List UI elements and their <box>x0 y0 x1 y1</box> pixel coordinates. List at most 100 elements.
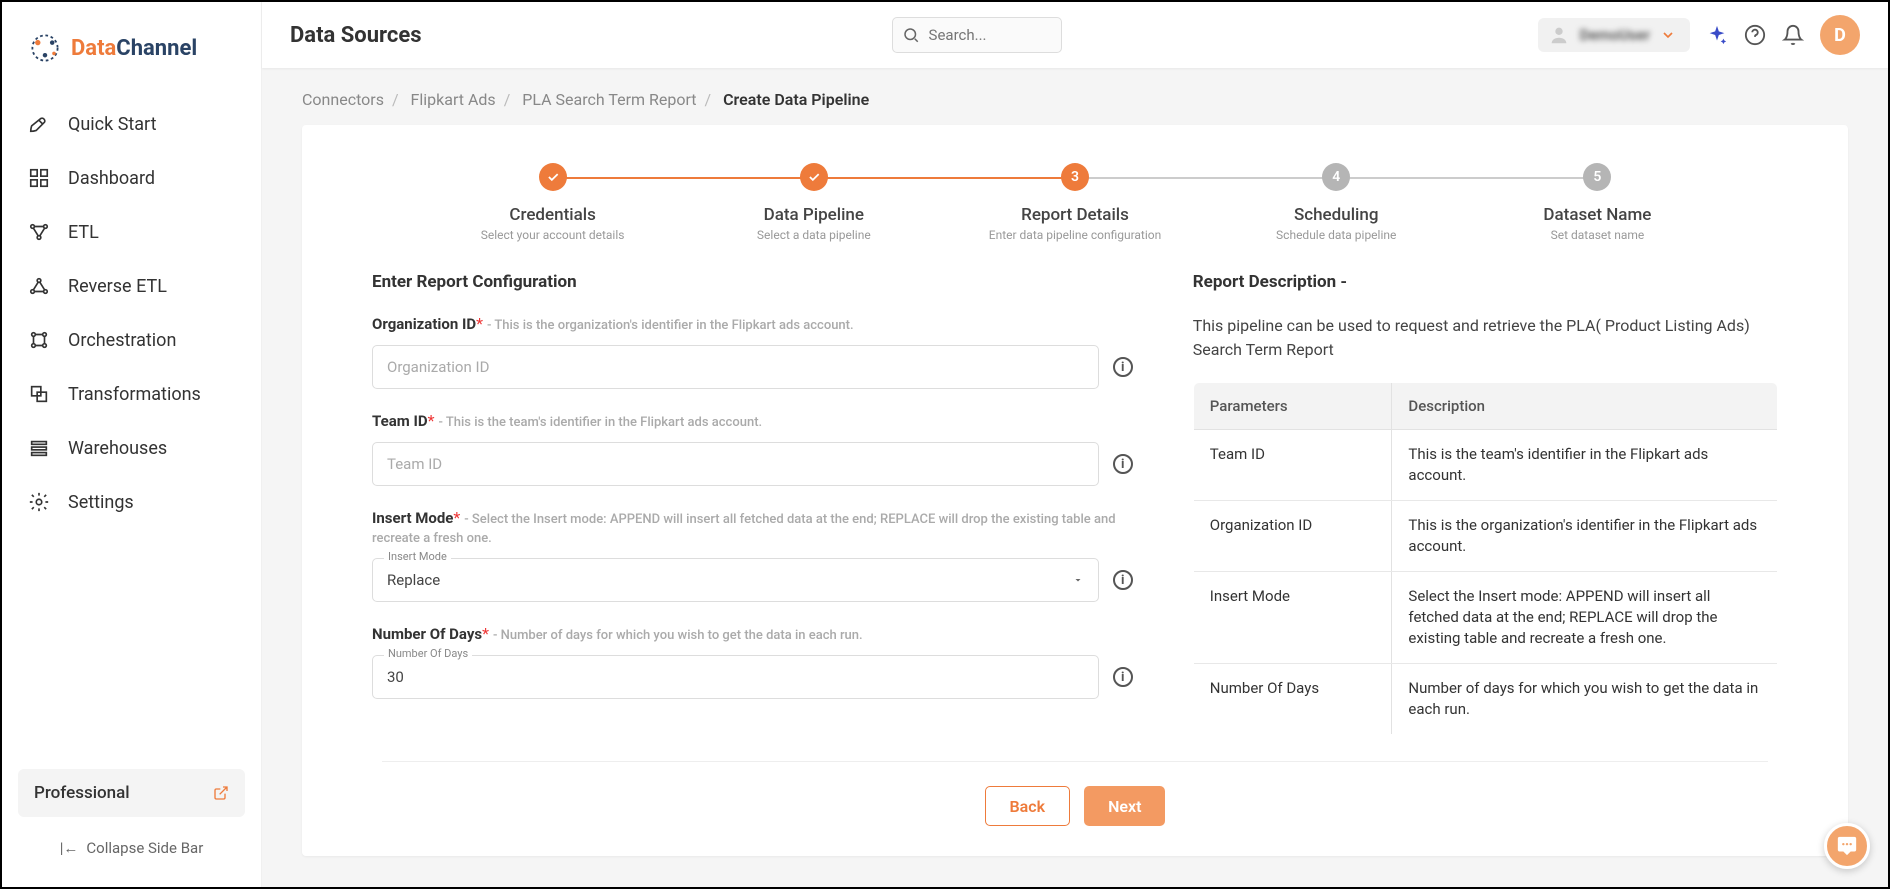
info-icon[interactable]: i <box>1113 454 1133 474</box>
step-pipeline[interactable]: Data Pipeline Select a data pipeline <box>683 163 944 242</box>
collapse-sidebar[interactable]: |← Collapse Side Bar <box>2 827 261 869</box>
form-footer: Back Next <box>382 761 1768 826</box>
step-credentials[interactable]: Credentials Select your account details <box>422 163 683 242</box>
crumb-item[interactable]: PLA Search Term Report <box>522 90 696 109</box>
col-param: Parameters <box>1193 383 1392 430</box>
brand-logo[interactable]: DataChannel <box>2 20 261 91</box>
field-label: Insert Mode <box>372 509 453 527</box>
select-value: Replace <box>387 571 440 589</box>
chat-icon <box>1836 835 1858 857</box>
step-scheduling[interactable]: 4 Scheduling Schedule data pipeline <box>1206 163 1467 242</box>
nav-label: Dashboard <box>68 168 155 189</box>
days-input[interactable] <box>372 655 1099 699</box>
dropdown-arrow-icon <box>1072 574 1084 586</box>
field-hint: - This is the team's identifier in the F… <box>438 415 762 430</box>
bell-icon[interactable] <box>1782 24 1804 46</box>
step-report-details[interactable]: 3 Report Details Enter data pipeline con… <box>944 163 1205 242</box>
check-icon <box>807 170 821 184</box>
team-id-input[interactable] <box>372 442 1099 486</box>
form-card: Credentials Select your account details … <box>302 125 1848 856</box>
step-title: Report Details <box>944 205 1205 225</box>
info-icon[interactable]: i <box>1113 570 1133 590</box>
external-link-icon <box>213 785 229 801</box>
params-table: Parameters Description Team IDThis is th… <box>1193 382 1778 735</box>
step-sub: Select a data pipeline <box>683 228 944 242</box>
step-sub: Select your account details <box>422 228 683 242</box>
sidebar-item-quickstart[interactable]: Quick Start <box>14 97 249 151</box>
section-heading: Enter Report Configuration <box>372 272 1133 292</box>
organization-id-input[interactable] <box>372 345 1099 389</box>
form-right: Report Description - This pipeline can b… <box>1193 272 1778 735</box>
field-organization-id: Organization ID* - This is the organizat… <box>372 314 1133 389</box>
stack-icon <box>28 437 50 459</box>
crumb-current: Create Data Pipeline <box>723 90 869 109</box>
search <box>892 17 1062 53</box>
flow-icon <box>28 221 50 243</box>
sidebar-item-warehouses[interactable]: Warehouses <box>14 421 249 475</box>
float-label: Number Of Days <box>384 647 472 660</box>
sidebar-item-reverse-etl[interactable]: Reverse ETL <box>14 259 249 313</box>
nav-label: ETL <box>68 222 99 243</box>
gear-icon <box>28 491 50 513</box>
table-row: Number Of DaysNumber of days for which y… <box>1193 664 1777 735</box>
float-label: Insert Mode <box>384 550 451 563</box>
nav: Quick Start Dashboard ETL Reverse ETL Or… <box>2 91 261 759</box>
form-left: Enter Report Configuration Organization … <box>372 272 1133 735</box>
search-icon <box>902 26 920 44</box>
field-hint: - This is the organization's identifier … <box>487 318 854 333</box>
field-hint: - Number of days for which you wish to g… <box>493 628 863 643</box>
info-icon[interactable]: i <box>1113 357 1133 377</box>
check-icon <box>546 170 560 184</box>
next-button[interactable]: Next <box>1084 786 1165 826</box>
crumb-item[interactable]: Flipkart Ads <box>411 90 496 109</box>
reverse-flow-icon <box>28 275 50 297</box>
nav-label: Settings <box>68 492 134 513</box>
crumb-item[interactable]: Connectors <box>302 90 384 109</box>
sidebar-item-settings[interactable]: Settings <box>14 475 249 529</box>
sidebar-item-etl[interactable]: ETL <box>14 205 249 259</box>
table-row: Insert ModeSelect the Insert mode: APPEN… <box>1193 572 1777 664</box>
table-row: Team IDThis is the team's identifier in … <box>1193 430 1777 501</box>
field-label: Organization ID <box>372 315 476 333</box>
help-icon[interactable] <box>1744 24 1766 46</box>
desc-heading: Report Description - <box>1193 272 1778 292</box>
sidebar-item-dashboard[interactable]: Dashboard <box>14 151 249 205</box>
field-label: Team ID <box>372 412 428 430</box>
table-row: Organization IDThis is the organization'… <box>1193 501 1777 572</box>
step-title: Credentials <box>422 205 683 225</box>
field-insert-mode: Insert Mode* - Select the Insert mode: A… <box>372 508 1133 602</box>
insert-mode-select[interactable]: Replace <box>372 558 1099 602</box>
step-sub: Schedule data pipeline <box>1206 228 1467 242</box>
page-title: Data Sources <box>290 23 422 48</box>
chevron-down-icon <box>1660 27 1676 43</box>
step-sub: Set dataset name <box>1467 228 1728 242</box>
user-menu[interactable]: DemoUser <box>1538 18 1690 52</box>
step-title: Scheduling <box>1206 205 1467 225</box>
avatar[interactable]: D <box>1820 15 1860 55</box>
step-title: Dataset Name <box>1467 205 1728 225</box>
step-dataset-name[interactable]: 5 Dataset Name Set dataset name <box>1467 163 1728 242</box>
col-desc: Description <box>1392 383 1778 430</box>
field-label: Number Of Days <box>372 625 482 643</box>
user-name: DemoUser <box>1580 26 1650 44</box>
sparkle-icon[interactable] <box>1706 24 1728 46</box>
user-icon <box>1548 24 1570 46</box>
chat-button[interactable] <box>1824 823 1870 869</box>
breadcrumb: Connectors/ Flipkart Ads/ PLA Search Ter… <box>262 68 1888 125</box>
plan-box[interactable]: Professional <box>18 769 245 817</box>
info-icon[interactable]: i <box>1113 667 1133 687</box>
nav-label: Orchestration <box>68 330 176 351</box>
field-number-of-days: Number Of Days* - Number of days for whi… <box>372 624 1133 699</box>
stepper: Credentials Select your account details … <box>302 155 1848 272</box>
sidebar: DataChannel Quick Start Dashboard ETL Re… <box>2 2 262 887</box>
nav-label: Quick Start <box>68 114 157 135</box>
step-title: Data Pipeline <box>683 205 944 225</box>
nav-label: Transformations <box>68 384 201 405</box>
back-button[interactable]: Back <box>985 786 1071 826</box>
field-hint: - Select the Insert mode: APPEND will in… <box>372 512 1116 546</box>
collapse-arrow-icon: |← <box>60 839 79 857</box>
brand-text: DataChannel <box>71 36 197 61</box>
sidebar-item-orchestration[interactable]: Orchestration <box>14 313 249 367</box>
collapse-label: Collapse Side Bar <box>86 839 203 857</box>
sidebar-item-transformations[interactable]: Transformations <box>14 367 249 421</box>
